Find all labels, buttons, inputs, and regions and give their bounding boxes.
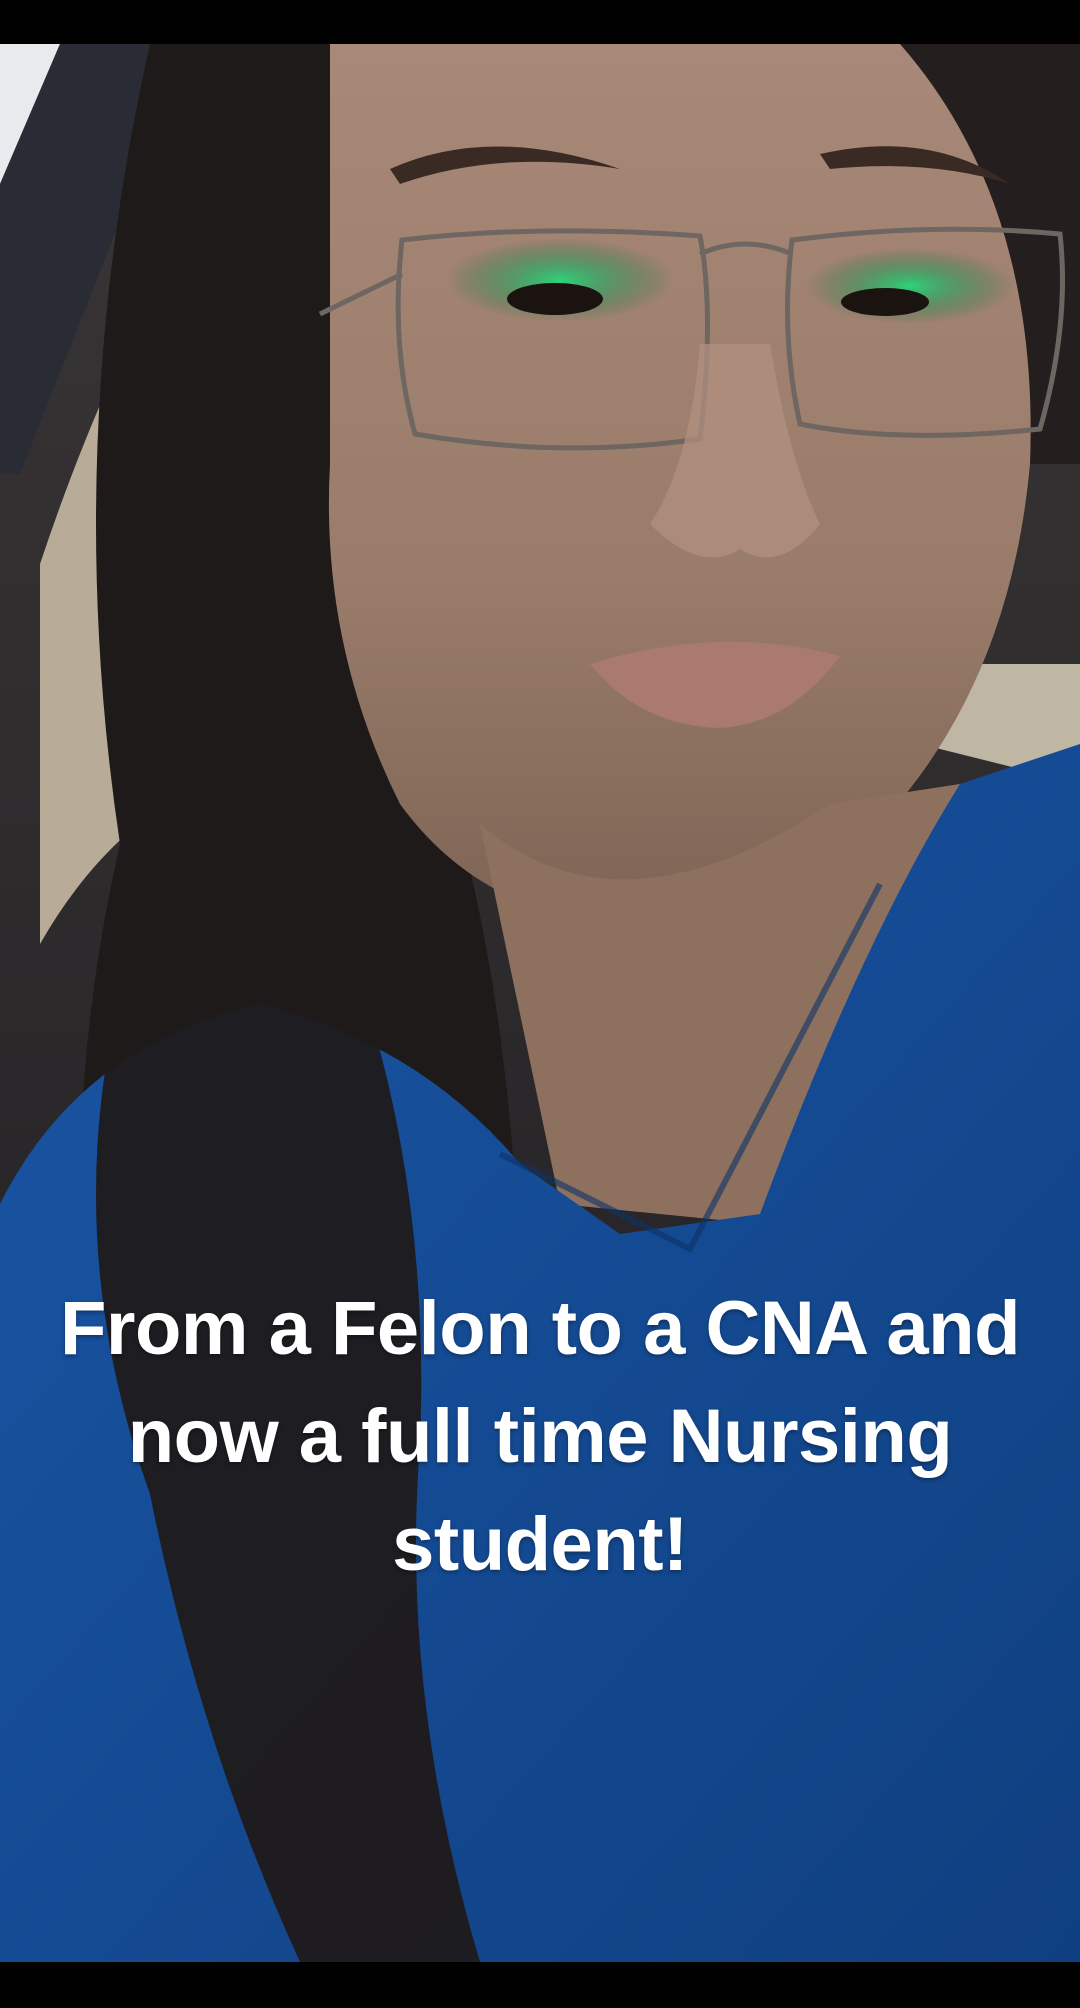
bottom-letterbox [0,1962,1080,2008]
top-letterbox [0,0,1080,44]
video-screen: From a Felon to a CNA and now a full tim… [0,0,1080,2008]
caption-text: From a Felon to a CNA and now a full tim… [59,1286,1021,1587]
left-eye [507,283,603,315]
selfie-photo [0,44,1080,1962]
right-eye [841,288,929,316]
